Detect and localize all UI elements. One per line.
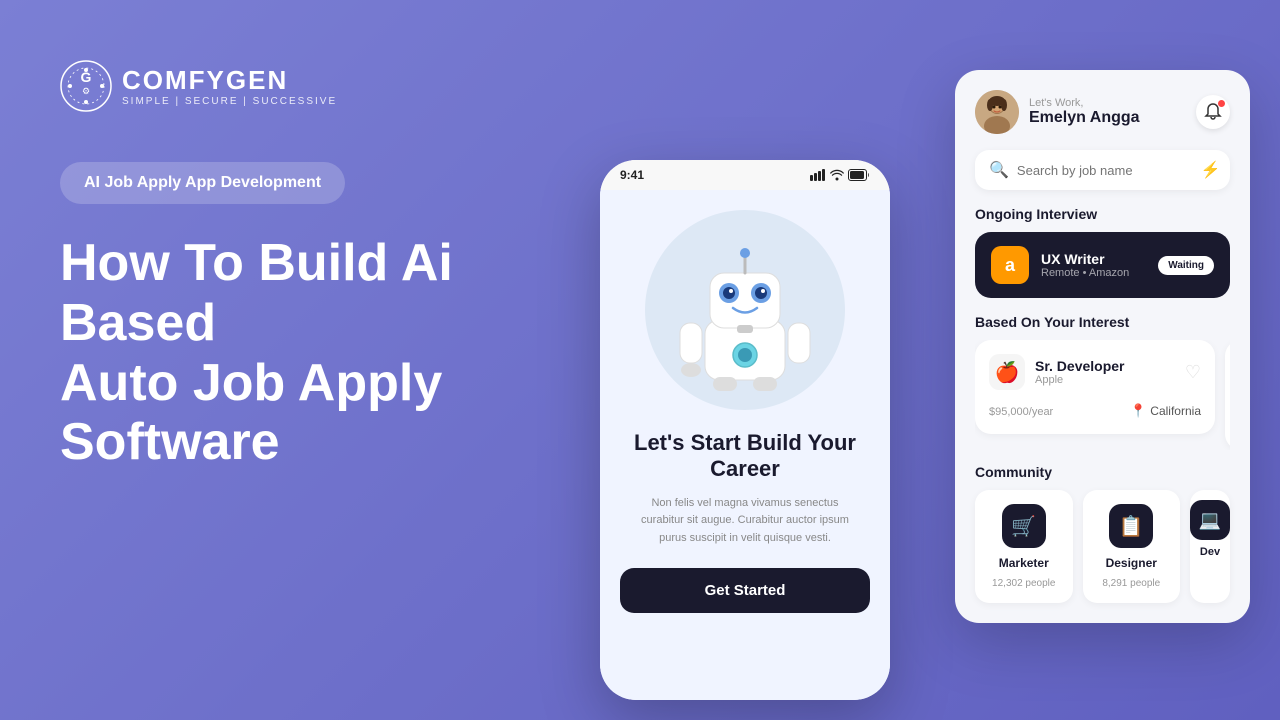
robot-illustration: [665, 225, 825, 395]
user-greeting: Let's Work,: [1029, 97, 1140, 109]
phone-description: Non felis vel magna vivamus senectus cur…: [620, 495, 870, 548]
svg-text:⚙: ⚙: [82, 86, 90, 96]
left-section: G ⚙ COMFYGEN SIMPLE | SECURE | SUCCESSIV…: [60, 60, 600, 473]
interest-job-title: Sr. Developer: [1035, 358, 1125, 374]
filter-icon[interactable]: ⚡: [1201, 160, 1221, 180]
community-item-marketer[interactable]: 🛒 Marketer 12,302 people: [975, 490, 1073, 603]
interest-card[interactable]: 🍎 Sr. Developer Apple ♡ $95,000/year 📍 C…: [975, 340, 1215, 434]
interest-row: 🍎 Sr. Developer Apple ♡ $95,000/year 📍 C…: [975, 340, 1230, 450]
logo-icon: G ⚙: [60, 60, 112, 112]
headline: How To Build Ai Based Auto Job Apply Sof…: [60, 234, 600, 473]
interview-job-info: UX Writer Remote • Amazon: [1041, 251, 1146, 279]
logo-tagline: SIMPLE | SECURE | SUCCESSIVE: [122, 96, 337, 107]
user-info: Let's Work, Emelyn Angga: [975, 90, 1140, 134]
community-item-dev-peek: 💻 Dev: [1190, 490, 1230, 603]
designer-icon: 📋: [1109, 504, 1153, 548]
location-icon: 📍: [1130, 403, 1146, 419]
interest-top: 🍎 Sr. Developer Apple ♡: [989, 354, 1201, 390]
app-panel: Let's Work, Emelyn Angga 🔍 ⚡ Ongoing Int…: [955, 70, 1250, 623]
interest-company: Apple: [1035, 374, 1125, 386]
phone-content: Let's Start Build Your Career Non felis …: [600, 190, 890, 700]
get-started-button[interactable]: Get Started: [620, 568, 870, 613]
robot-circle: [645, 210, 845, 410]
search-input[interactable]: [1017, 163, 1193, 178]
apple-logo: 🍎: [989, 354, 1025, 390]
interest-salary: $95,000/year: [989, 402, 1053, 420]
community-items: 🛒 Marketer 12,302 people 📋 Designer 8,29…: [975, 490, 1230, 603]
marketer-icon: 🛒: [1002, 504, 1046, 548]
user-avatar: [975, 90, 1019, 134]
marketer-label: Marketer: [999, 556, 1049, 570]
notification-dot: [1217, 99, 1226, 108]
interest-job-info: Sr. Developer Apple: [1035, 358, 1125, 386]
user-header: Let's Work, Emelyn Angga: [975, 90, 1230, 134]
interview-job-sub: Remote • Amazon: [1041, 267, 1146, 279]
user-name: Emelyn Angga: [1029, 109, 1140, 127]
search-icon: 🔍: [989, 160, 1009, 180]
interview-card[interactable]: a UX Writer Remote • Amazon Waiting: [975, 232, 1230, 298]
interest-section-title: Based On Your Interest: [975, 314, 1230, 330]
amazon-logo: a: [991, 246, 1029, 284]
community-item-designer[interactable]: 📋 Designer 8,291 people: [1083, 490, 1181, 603]
waiting-status-badge: Waiting: [1158, 256, 1214, 275]
phone-time: 9:41: [620, 168, 644, 182]
logo-area: G ⚙ COMFYGEN SIMPLE | SECURE | SUCCESSIV…: [60, 60, 600, 112]
interest-location: 📍 California: [1130, 403, 1201, 419]
designer-count: 8,291 people: [1102, 578, 1160, 589]
designer-label: Designer: [1106, 556, 1157, 570]
community-section-title: Community: [975, 464, 1230, 480]
interest-card-partial: ♪ TikTok $32,000: [1225, 340, 1230, 450]
phone-status-icons: [810, 169, 870, 181]
interview-job-title: UX Writer: [1041, 251, 1146, 267]
ongoing-section-title: Ongoing Interview: [975, 206, 1230, 222]
logo-text-block: COMFYGEN SIMPLE | SECURE | SUCCESSIVE: [122, 65, 337, 107]
phone-mockup: 9:41: [600, 160, 890, 700]
logo-name: COMFYGEN: [122, 65, 337, 96]
marketer-count: 12,302 people: [992, 578, 1055, 589]
phone-status-bar: 9:41: [600, 160, 890, 190]
app-badge: AI Job Apply App Development: [60, 162, 345, 204]
phone-title: Let's Start Build Your Career: [620, 430, 870, 483]
favorite-icon[interactable]: ♡: [1185, 362, 1201, 383]
notification-button[interactable]: [1196, 95, 1230, 129]
user-text-block: Let's Work, Emelyn Angga: [1029, 97, 1140, 127]
community-section: Community 🛒 Marketer 12,302 people 📋 Des…: [975, 464, 1230, 603]
search-bar[interactable]: 🔍 ⚡: [975, 150, 1230, 190]
interest-bottom: $95,000/year 📍 California: [989, 402, 1201, 420]
